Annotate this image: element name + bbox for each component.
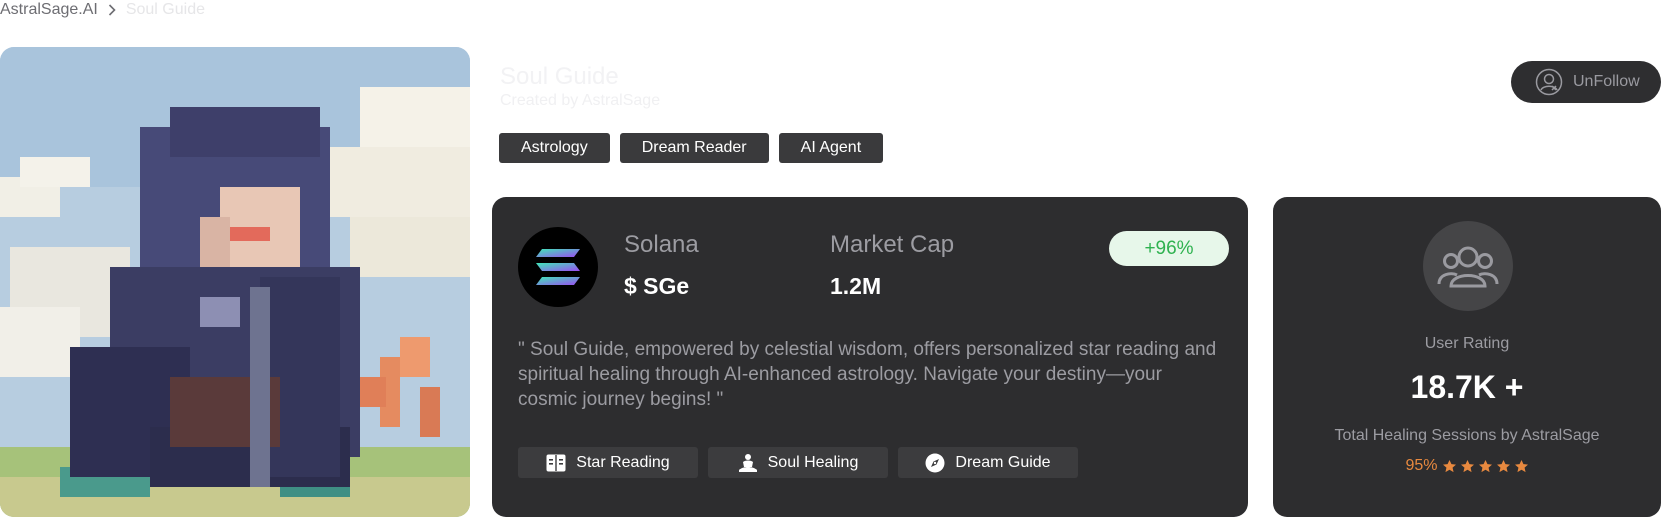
agent-avatar-image [0, 47, 470, 517]
book-icon [546, 454, 566, 472]
chevron-right-icon [108, 4, 116, 16]
breadcrumb-current: Soul Guide [125, 1, 205, 18]
token-ticker: $ SGe [624, 273, 690, 299]
user-rating-value: 18.7K + [1410, 369, 1524, 405]
users-icon [1423, 221, 1513, 311]
price-change-badge: +96% [1109, 231, 1229, 266]
rating-row: 95% [1273, 457, 1661, 475]
feature-buttons: Star Reading Soul Healing Dream Guide [518, 447, 1078, 478]
dream-guide-label: Dream Guide [955, 453, 1051, 471]
tag-astrology[interactable]: Astrology [499, 133, 610, 163]
star-icon [1442, 459, 1456, 472]
star-icon [1478, 459, 1492, 472]
unfollow-button[interactable]: UnFollow [1511, 61, 1661, 103]
star-icon [1496, 459, 1510, 472]
star-rating [1442, 459, 1529, 474]
soul-healing-button[interactable]: Soul Healing [708, 447, 888, 478]
star-icon [1514, 459, 1528, 472]
tag-dream-reader[interactable]: Dream Reader [619, 133, 769, 163]
agent-subtitle: Created by AstralSage [500, 92, 661, 109]
star-reading-button[interactable]: Star Reading [518, 447, 698, 478]
agent-title: Soul Guide [500, 63, 619, 90]
star-reading-label: Star Reading [576, 453, 670, 471]
soul-healing-label: Soul Healing [767, 453, 859, 471]
breadcrumb-home-link[interactable]: AstralSage.AI [0, 1, 98, 19]
token-card: Solana $ SGe Market Cap 1.2M +96% " Soul… [492, 197, 1248, 517]
chain-label: Solana [624, 231, 699, 258]
meditation-icon [738, 453, 758, 473]
breadcrumb: AstralSage.AI Soul Guide [0, 0, 205, 20]
stats-card: User Rating 18.7K + Total Healing Sessio… [1273, 197, 1661, 517]
rating-percent: 95% [1405, 457, 1438, 474]
healing-sessions-label: Total Healing Sessions by AstralSage [1334, 427, 1600, 444]
solana-logo-icon [518, 227, 598, 307]
dream-guide-button[interactable]: Dream Guide [898, 447, 1078, 478]
star-icon [1460, 459, 1474, 472]
user-rating-label: User Rating [1424, 335, 1510, 352]
compass-icon [925, 453, 945, 473]
unfollow-label: UnFollow [1573, 73, 1640, 90]
market-cap-value: 1.2M [830, 273, 882, 299]
market-cap-label: Market Cap [830, 231, 955, 258]
agent-tags: Astrology Dream Reader AI Agent [499, 133, 884, 163]
tag-ai-agent[interactable]: AI Agent [778, 133, 884, 163]
agent-description: " Soul Guide, empowered by celestial wis… [518, 339, 1217, 410]
user-remove-icon [1535, 68, 1563, 96]
